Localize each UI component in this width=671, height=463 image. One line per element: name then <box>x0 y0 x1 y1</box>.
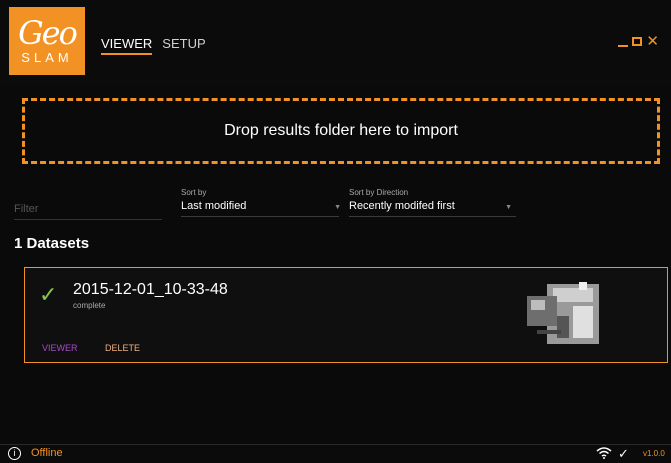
sort-direction-select[interactable]: Sort by Direction Recently modifed first… <box>349 188 516 217</box>
dataset-status: complete <box>73 301 106 310</box>
logo-geo-text: Geo <box>18 13 78 52</box>
check-icon: ✓ <box>618 446 629 461</box>
dropzone-text: Drop results folder here to import <box>224 122 458 139</box>
tab-setup[interactable]: SETUP <box>162 36 205 55</box>
dataset-thumbnail <box>517 276 609 356</box>
main-nav: VIEWER SETUP <box>101 36 206 55</box>
open-viewer-link[interactable]: VIEWER <box>42 343 78 353</box>
check-icon: ✓ <box>39 282 58 307</box>
minimize-icon[interactable] <box>618 44 629 47</box>
chevron-down-icon: ▼ <box>334 204 341 211</box>
import-dropzone[interactable]: Drop results folder here to import <box>22 98 660 164</box>
sort-by-value: Last modified ▼ <box>181 200 341 217</box>
dataset-card[interactable]: ✓ 2015-12-01_10-33-48 complete VIEWER DE… <box>24 267 668 363</box>
datasets-heading: 1 Datasets <box>14 235 90 252</box>
sort-direction-value-text: Recently modifed first <box>349 200 455 212</box>
filter-input[interactable]: Filter <box>14 203 162 220</box>
sort-direction-value: Recently modifed first ▼ <box>349 200 516 217</box>
sort-by-select[interactable]: Sort by Last modified ▼ <box>181 188 341 217</box>
info-icon[interactable]: i <box>8 447 21 460</box>
close-icon[interactable]: ✕ <box>646 34 659 49</box>
maximize-icon[interactable] <box>632 37 643 46</box>
delete-link[interactable]: DELETE <box>105 343 140 353</box>
version-label: v1.0.0 <box>643 449 665 458</box>
connection-status: Offline <box>31 447 63 459</box>
geoslam-logo: Geo SLAM <box>9 7 85 75</box>
wifi-icon <box>596 447 612 462</box>
sort-by-value-text: Last modified <box>181 200 247 212</box>
title-bar: Geo SLAM VIEWER SETUP ✕ <box>0 0 671 86</box>
sort-direction-label: Sort by Direction <box>349 188 409 197</box>
dataset-name: 2015-12-01_10-33-48 <box>73 281 228 298</box>
sort-by-label: Sort by <box>181 188 207 197</box>
window-controls: ✕ <box>618 34 659 49</box>
status-bar: i Offline ✓ v1.0.0 <box>0 444 671 463</box>
logo-slam-text: SLAM <box>21 49 73 65</box>
chevron-down-icon: ▼ <box>505 204 512 211</box>
tab-viewer[interactable]: VIEWER <box>101 36 153 55</box>
